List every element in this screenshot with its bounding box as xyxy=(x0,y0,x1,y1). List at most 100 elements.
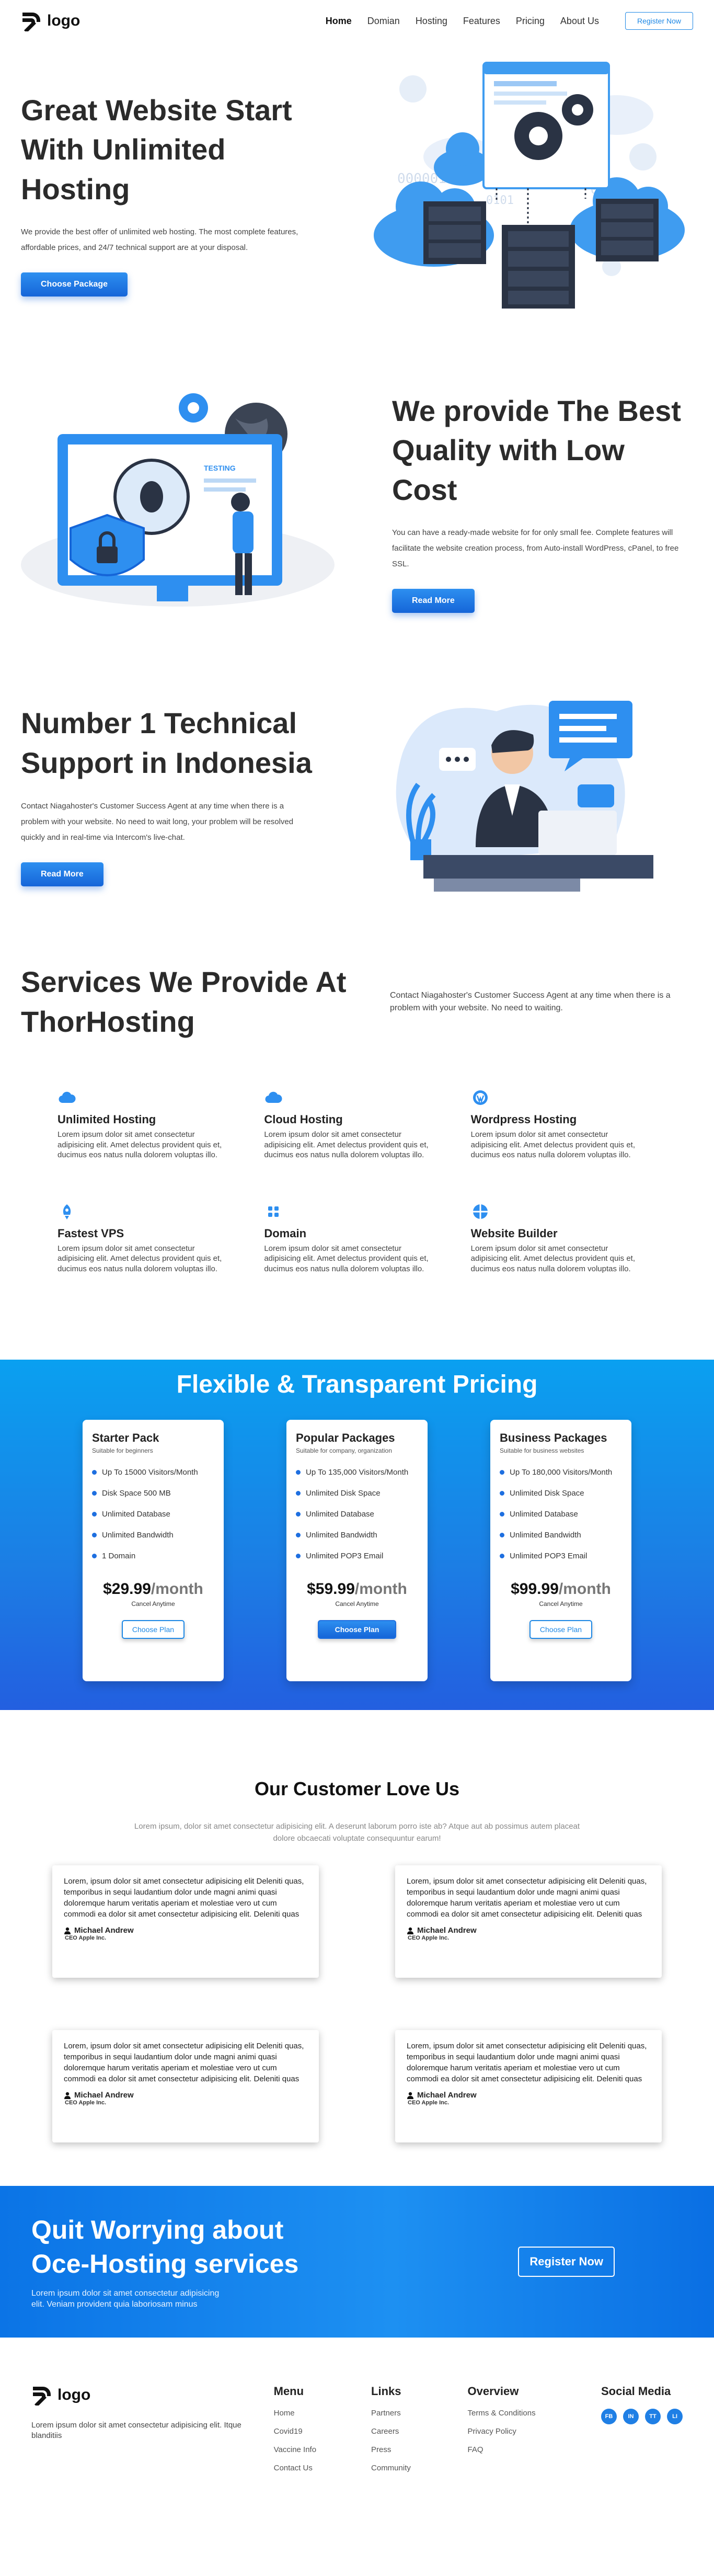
footer-links-title: Links xyxy=(371,2385,401,2398)
plan-subtitle: Suitable for business websites xyxy=(500,1447,584,1454)
rocket-icon xyxy=(63,1204,71,1219)
cloud-icon xyxy=(265,1091,282,1103)
plan-feature: Up To 180,000 Visitors/Month xyxy=(500,1468,622,1477)
bullet-icon xyxy=(500,1512,504,1517)
testimonial-role: CEO Apple Inc. xyxy=(65,2100,107,2106)
logo-icon xyxy=(33,2387,51,2406)
nav-pricing[interactable]: Pricing xyxy=(516,16,545,27)
site-footer: logo Lorem ipsum dolor sit amet consecte… xyxy=(0,2338,714,2487)
service-card[interactable]: Wordpress Hosting Lorem ipsum dolor sit … xyxy=(471,1088,638,1160)
cta-title: Quit Worrying about Oce-Hosting services xyxy=(31,2215,299,2279)
pricing-card-starter: Starter Pack Suitable for beginners Up T… xyxy=(83,1420,224,1681)
plan-subtitle: Suitable for beginners xyxy=(92,1447,153,1454)
facebook-icon[interactable]: FB xyxy=(601,2409,617,2424)
choose-plan-button[interactable]: Choose Plan xyxy=(529,1620,592,1639)
testimonial-text: Lorem, ipsum dolor sit amet consectetur … xyxy=(407,1877,647,1919)
bullet-icon xyxy=(500,1533,504,1537)
builder-icon xyxy=(473,1204,488,1219)
bullet-icon xyxy=(296,1470,301,1475)
pricing-card-popular: Popular Packages Suitable for company, o… xyxy=(286,1420,428,1681)
user-icon xyxy=(407,1927,413,1934)
footer-link-community[interactable]: Community xyxy=(371,2464,468,2472)
bullet-icon xyxy=(500,1470,504,1475)
plan-feature: Unlimited Disk Space xyxy=(296,1489,418,1498)
footer-link-terms[interactable]: Terms & Conditions xyxy=(468,2409,601,2418)
logo[interactable]: logo xyxy=(21,10,80,31)
testimonial-card: Lorem, ipsum dolor sit amet consectetur … xyxy=(52,1865,319,1978)
hero-description: We provide the best offer of unlimited w… xyxy=(21,227,298,253)
twitter-icon[interactable]: TT xyxy=(644,2409,661,2424)
read-more-button[interactable]: Read More xyxy=(392,589,475,613)
testimonial-role: CEO Apple Inc. xyxy=(408,2100,450,2106)
service-card[interactable]: Unlimited Hosting Lorem ipsum dolor sit … xyxy=(57,1088,225,1160)
bullet-icon xyxy=(92,1533,97,1537)
testimonials-title: Our Customer Love Us xyxy=(254,1778,460,1799)
hero-hosting: Great Website Start With Unlimited Hosti… xyxy=(0,42,714,345)
support-description: Contact Niagahoster's Customer Success A… xyxy=(21,801,294,842)
nav-home[interactable]: Home xyxy=(326,16,352,27)
footer-link-press[interactable]: Press xyxy=(371,2445,468,2454)
cta-banner: Quit Worrying about Oce-Hosting services… xyxy=(0,2186,714,2338)
cloud-server-illustration: 0101 0101 0101 000001 xyxy=(374,62,685,309)
user-icon xyxy=(407,2092,413,2099)
register-button[interactable]: Register Now xyxy=(625,12,693,30)
footer-link-faq[interactable]: FAQ xyxy=(468,2445,601,2454)
testimonial-card: Lorem, ipsum dolor sit amet consectetur … xyxy=(52,2030,319,2142)
plan-subtitle: Suitable for company, organization xyxy=(296,1447,392,1454)
service-card[interactable]: Domain Lorem ipsum dolor sit amet consec… xyxy=(264,1202,431,1274)
binary-text: 0101 xyxy=(486,194,514,207)
footer-link-vaccine[interactable]: Vaccine Info xyxy=(274,2445,371,2454)
footer-link-partners[interactable]: Partners xyxy=(371,2409,468,2418)
cancel-note: Cancel Anytime xyxy=(335,1600,379,1608)
choose-package-button[interactable]: Choose Package xyxy=(21,272,128,297)
support-read-more-button[interactable]: Read More xyxy=(21,862,103,886)
plan-price: $59.99/month xyxy=(307,1580,407,1598)
linkedin-icon[interactable]: LI xyxy=(666,2409,683,2424)
service-card[interactable]: Website Builder Lorem ipsum dolor sit am… xyxy=(471,1202,638,1274)
testimonial-author: Michael Andrew xyxy=(74,2091,134,2100)
testimonial-card: Lorem, ipsum dolor sit amet consectetur … xyxy=(395,1865,662,1978)
plan-feature: 1 Domain xyxy=(92,1552,214,1560)
service-card[interactable]: Fastest VPS Lorem ipsum dolor sit amet c… xyxy=(57,1202,225,1274)
cta-description: Lorem ipsum dolor sit amet consectetur a… xyxy=(31,2289,220,2309)
footer-link-contact[interactable]: Contact Us xyxy=(274,2464,371,2472)
choose-plan-button[interactable]: Choose Plan xyxy=(318,1620,396,1639)
testimonial-role: CEO Apple Inc. xyxy=(408,1935,450,1941)
plan-feature: Up To 15000 Visitors/Month xyxy=(92,1468,214,1477)
bullet-icon xyxy=(500,1554,504,1558)
hero-title: Great Website Start With Unlimited Hosti… xyxy=(21,93,292,206)
footer-social-title: Social Media xyxy=(601,2385,671,2398)
grid-icon xyxy=(268,1206,279,1217)
nav-about[interactable]: About Us xyxy=(560,16,599,27)
plan-name: Business Packages xyxy=(500,1431,607,1444)
bullet-icon xyxy=(92,1470,97,1475)
site-header: logo Home Domian Hosting Features Pricin… xyxy=(0,0,714,42)
plan-price: $29.99/month xyxy=(103,1580,203,1598)
footer-link-privacy[interactable]: Privacy Policy xyxy=(468,2427,601,2436)
plan-feature: Unlimited Database xyxy=(500,1510,622,1519)
footer-link-careers[interactable]: Careers xyxy=(371,2427,468,2436)
testimonial-author: Michael Andrew xyxy=(74,1926,134,1935)
testing-label: TESTING xyxy=(204,464,236,472)
plan-feature: Unlimited Bandwidth xyxy=(296,1531,418,1540)
choose-plan-button[interactable]: Choose Plan xyxy=(122,1620,185,1639)
nav-domain[interactable]: Domian xyxy=(367,16,400,27)
bullet-icon xyxy=(296,1554,301,1558)
security-testing-illustration: TESTING xyxy=(21,393,335,607)
plan-feature: Unlimited Database xyxy=(296,1510,418,1519)
bullet-icon xyxy=(92,1554,97,1558)
nav-features[interactable]: Features xyxy=(463,16,500,27)
footer-link-home[interactable]: Home xyxy=(274,2409,371,2418)
plan-feature: Unlimited Database xyxy=(92,1510,214,1519)
nav-hosting[interactable]: Hosting xyxy=(416,16,447,27)
service-card[interactable]: Cloud Hosting Lorem ipsum dolor sit amet… xyxy=(264,1088,431,1160)
footer-logo[interactable]: logo xyxy=(31,2385,274,2406)
services-section: Services We Provide At ThorHosting Conta… xyxy=(0,931,714,1360)
plan-feature: Up To 135,000 Visitors/Month xyxy=(296,1468,418,1477)
customer-support-illustration xyxy=(396,701,653,892)
cta-register-button[interactable]: Register Now xyxy=(518,2247,615,2277)
instagram-icon[interactable]: IN xyxy=(623,2409,639,2424)
plan-feature: Unlimited Disk Space xyxy=(500,1489,622,1498)
footer-link-covid19[interactable]: Covid19 xyxy=(274,2427,371,2436)
wordpress-icon xyxy=(473,1090,488,1105)
